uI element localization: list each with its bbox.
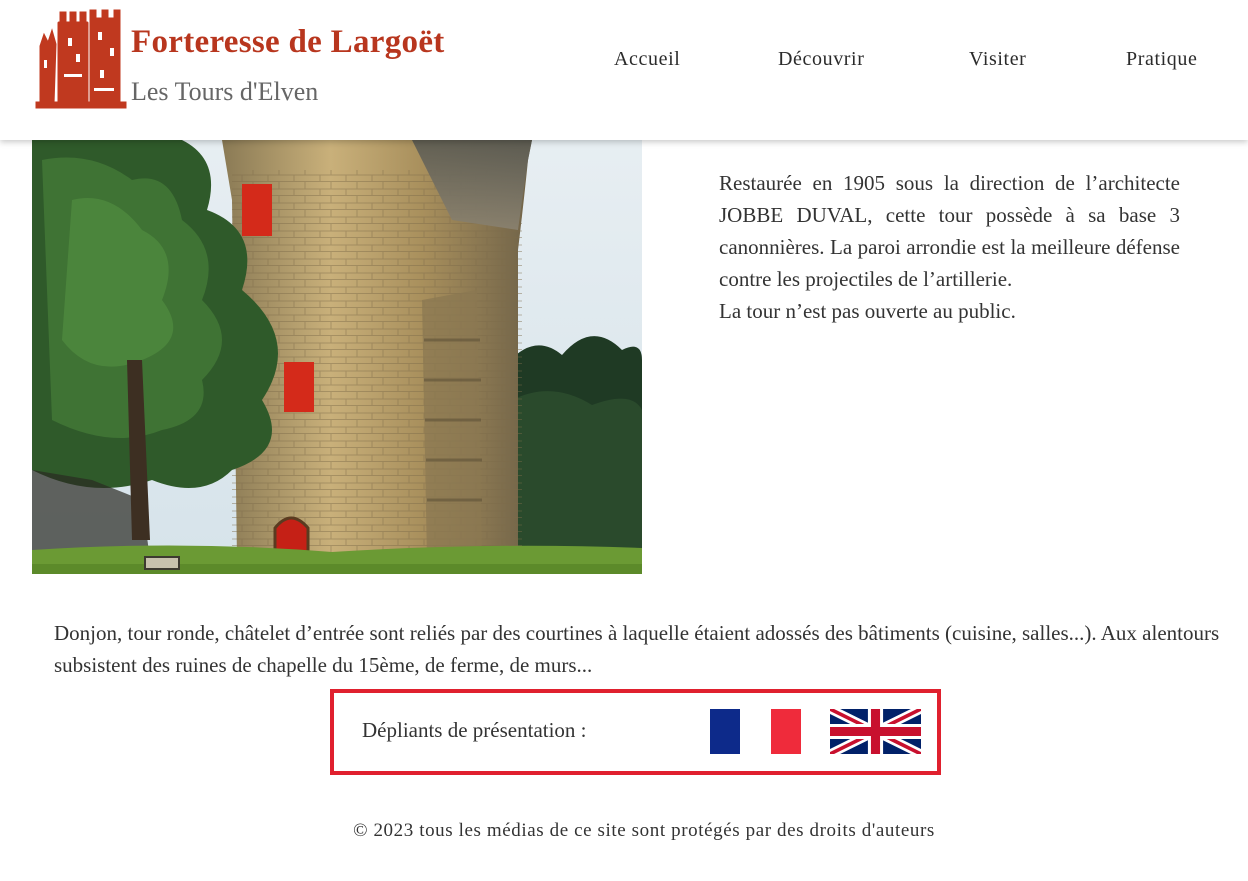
site-subtitle: Les Tours d'Elven — [131, 77, 319, 106]
french-flag-icon[interactable] — [710, 709, 801, 754]
fortress-description: Donjon, tour ronde, châtelet d’entrée so… — [54, 621, 1220, 677]
round-tower-photo — [32, 140, 642, 574]
tower-paragraph: Restaurée en 1905 sous la direction de l… — [719, 171, 1180, 291]
uk-flag-icon[interactable] — [827, 704, 924, 759]
footer-copyright: © 2023 tous les médias de ce site sont p… — [353, 820, 935, 841]
nav-item-pratique[interactable]: Pratique — [1126, 48, 1197, 71]
site-header: Forteresse de Largoët Les Tours d'Elven … — [0, 0, 1248, 140]
brochures-box: Dépliants de présentation : — [330, 689, 941, 775]
brochures-label: Dépliants de présentation : — [362, 718, 587, 742]
main-nav: Accueil Découvrir Visiter Pratique — [0, 48, 1248, 78]
nav-item-decouvrir[interactable]: Découvrir — [778, 48, 864, 71]
nav-item-visiter[interactable]: Visiter — [969, 48, 1026, 71]
tower-description: Restaurée en 1905 sous la direction de l… — [719, 167, 1180, 327]
nav-item-accueil[interactable]: Accueil — [614, 48, 680, 71]
tower-closed-note: La tour n’est pas ouverte au public. — [719, 299, 1016, 323]
